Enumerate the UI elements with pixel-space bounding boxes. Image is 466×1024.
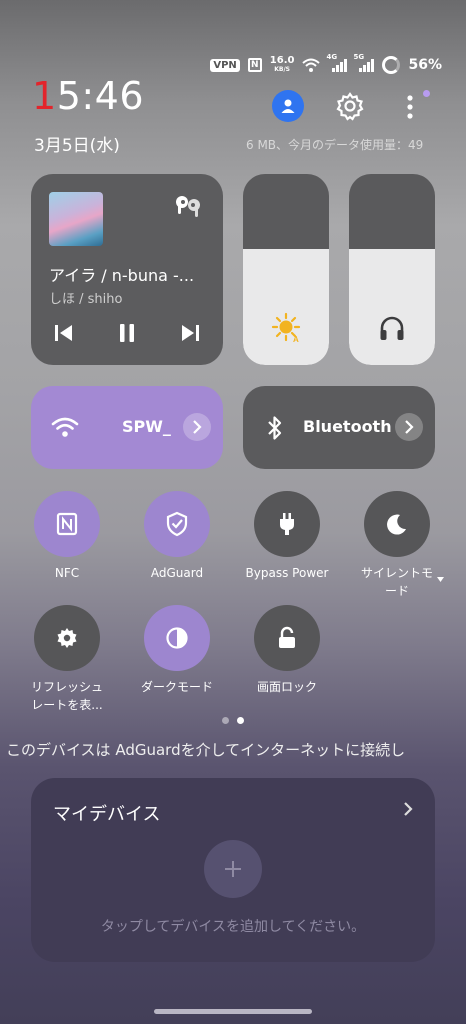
caret-down-icon[interactable]	[437, 577, 444, 582]
svg-text:A: A	[293, 335, 299, 343]
moon-icon	[387, 514, 406, 535]
volume-slider[interactable]	[349, 174, 435, 365]
silent-mode-label: サイレントモ ード	[342, 564, 452, 600]
date: 3月5日(水)	[34, 136, 120, 156]
track-artist: しほ / shiho	[49, 292, 123, 307]
signal-4g-icon: 4G	[326, 53, 348, 72]
home-indicator[interactable]	[154, 1009, 312, 1014]
signal-5g-icon: 5G	[353, 53, 375, 72]
signal-4g-label: 4G	[326, 53, 338, 61]
nfc-tile[interactable]	[34, 491, 100, 557]
brightness-icon: A	[271, 312, 301, 343]
bluetooth-details-button[interactable]	[395, 413, 423, 441]
wifi-icon	[51, 417, 79, 437]
earbuds-icon[interactable]	[173, 194, 203, 218]
network-speed: 16.0 KB/S	[270, 56, 295, 74]
notification-badge	[423, 90, 430, 97]
network-speed-unit: KB/S	[274, 66, 291, 73]
refresh-rate-label-line2: レートを表...	[31, 698, 103, 712]
plus-icon	[225, 861, 241, 877]
gear-icon	[57, 628, 77, 648]
refresh-rate-label: リフレッシュ レートを表...	[12, 678, 122, 714]
bluetooth-label: Bluetooth	[303, 417, 392, 436]
vpn-icon: VPN	[210, 58, 240, 72]
contrast-icon	[166, 627, 188, 649]
shield-icon	[166, 511, 188, 537]
brightness-slider[interactable]: A	[243, 174, 329, 365]
adguard-tile[interactable]	[144, 491, 210, 557]
user-icon	[281, 99, 295, 113]
wifi-details-button[interactable]	[183, 413, 211, 441]
plug-icon	[280, 513, 294, 535]
wifi-status-icon	[302, 58, 321, 72]
silent-mode-label-line2: ード	[384, 584, 409, 598]
add-device-hint: タップしてデバイスを追加してください。	[100, 919, 366, 935]
bypass-power-tile[interactable]	[254, 491, 320, 557]
profile-button[interactable]	[272, 90, 304, 122]
clock-rest: 5:46	[56, 74, 145, 118]
previous-track-icon[interactable]	[51, 320, 77, 346]
clock-first-digit: 1	[32, 74, 57, 118]
chevron-right-icon	[193, 420, 202, 434]
screen-lock-label: 画面ロック	[256, 680, 317, 694]
data-usage: 6 MB、今月のデータ使用量：49	[246, 138, 424, 152]
lock-icon	[279, 626, 295, 648]
silent-mode-tile[interactable]	[364, 491, 430, 557]
adguard-label: AdGuard	[150, 566, 204, 580]
bypass-power-label: Bypass Power	[245, 566, 329, 580]
nfc-status-icon: N	[247, 58, 262, 72]
refresh-rate-label-line1: リフレッシュ	[30, 680, 103, 694]
bluetooth-icon	[268, 416, 282, 440]
dark-mode-tile[interactable]	[144, 605, 210, 671]
battery-percent: 56%	[408, 57, 442, 73]
wifi-toggle[interactable]: SPW_	[31, 386, 223, 469]
signal-5g-label: 5G	[353, 53, 365, 61]
status-bar: VPN N 16.0 KB/S 4G 5G 56%	[210, 53, 442, 74]
bluetooth-toggle[interactable]: Bluetooth	[243, 386, 435, 469]
more-icon[interactable]	[402, 92, 418, 124]
chevron-right-icon	[405, 420, 414, 434]
nfc-label: NFC	[54, 566, 80, 580]
my-devices-card[interactable]: マイデバイス タップしてデバイスを追加してください。	[31, 778, 435, 962]
volume-fill	[349, 248, 435, 365]
silent-mode-label-line1: サイレントモ	[360, 566, 433, 580]
page-dot-2[interactable]	[237, 717, 244, 724]
track-title: アイラ / n-buna -...	[49, 266, 195, 285]
add-device-button[interactable]	[204, 840, 262, 898]
album-art	[49, 192, 103, 246]
my-devices-title: マイデバイス	[53, 804, 161, 825]
pause-icon[interactable]	[114, 320, 140, 346]
battery-icon	[382, 56, 401, 74]
refresh-rate-tile[interactable]	[34, 605, 100, 671]
page-dot-1[interactable]	[222, 717, 229, 724]
headphones-icon	[380, 316, 404, 340]
wifi-label: SPW_	[122, 417, 171, 436]
settings-icon[interactable]	[334, 90, 366, 122]
vpn-notice[interactable]: このデバイスは AdGuardを介してインターネットに接続し	[0, 739, 466, 760]
dark-mode-label: ダークモード	[140, 680, 213, 694]
screen-lock-tile[interactable]	[254, 605, 320, 671]
brightness-fill	[243, 248, 329, 365]
clock: 15:46	[32, 74, 144, 118]
chevron-right-icon[interactable]	[401, 800, 415, 818]
next-track-icon[interactable]	[177, 320, 203, 346]
media-player[interactable]: アイラ / n-buna -... しほ / shiho	[31, 174, 223, 365]
nfc-icon	[56, 512, 78, 536]
